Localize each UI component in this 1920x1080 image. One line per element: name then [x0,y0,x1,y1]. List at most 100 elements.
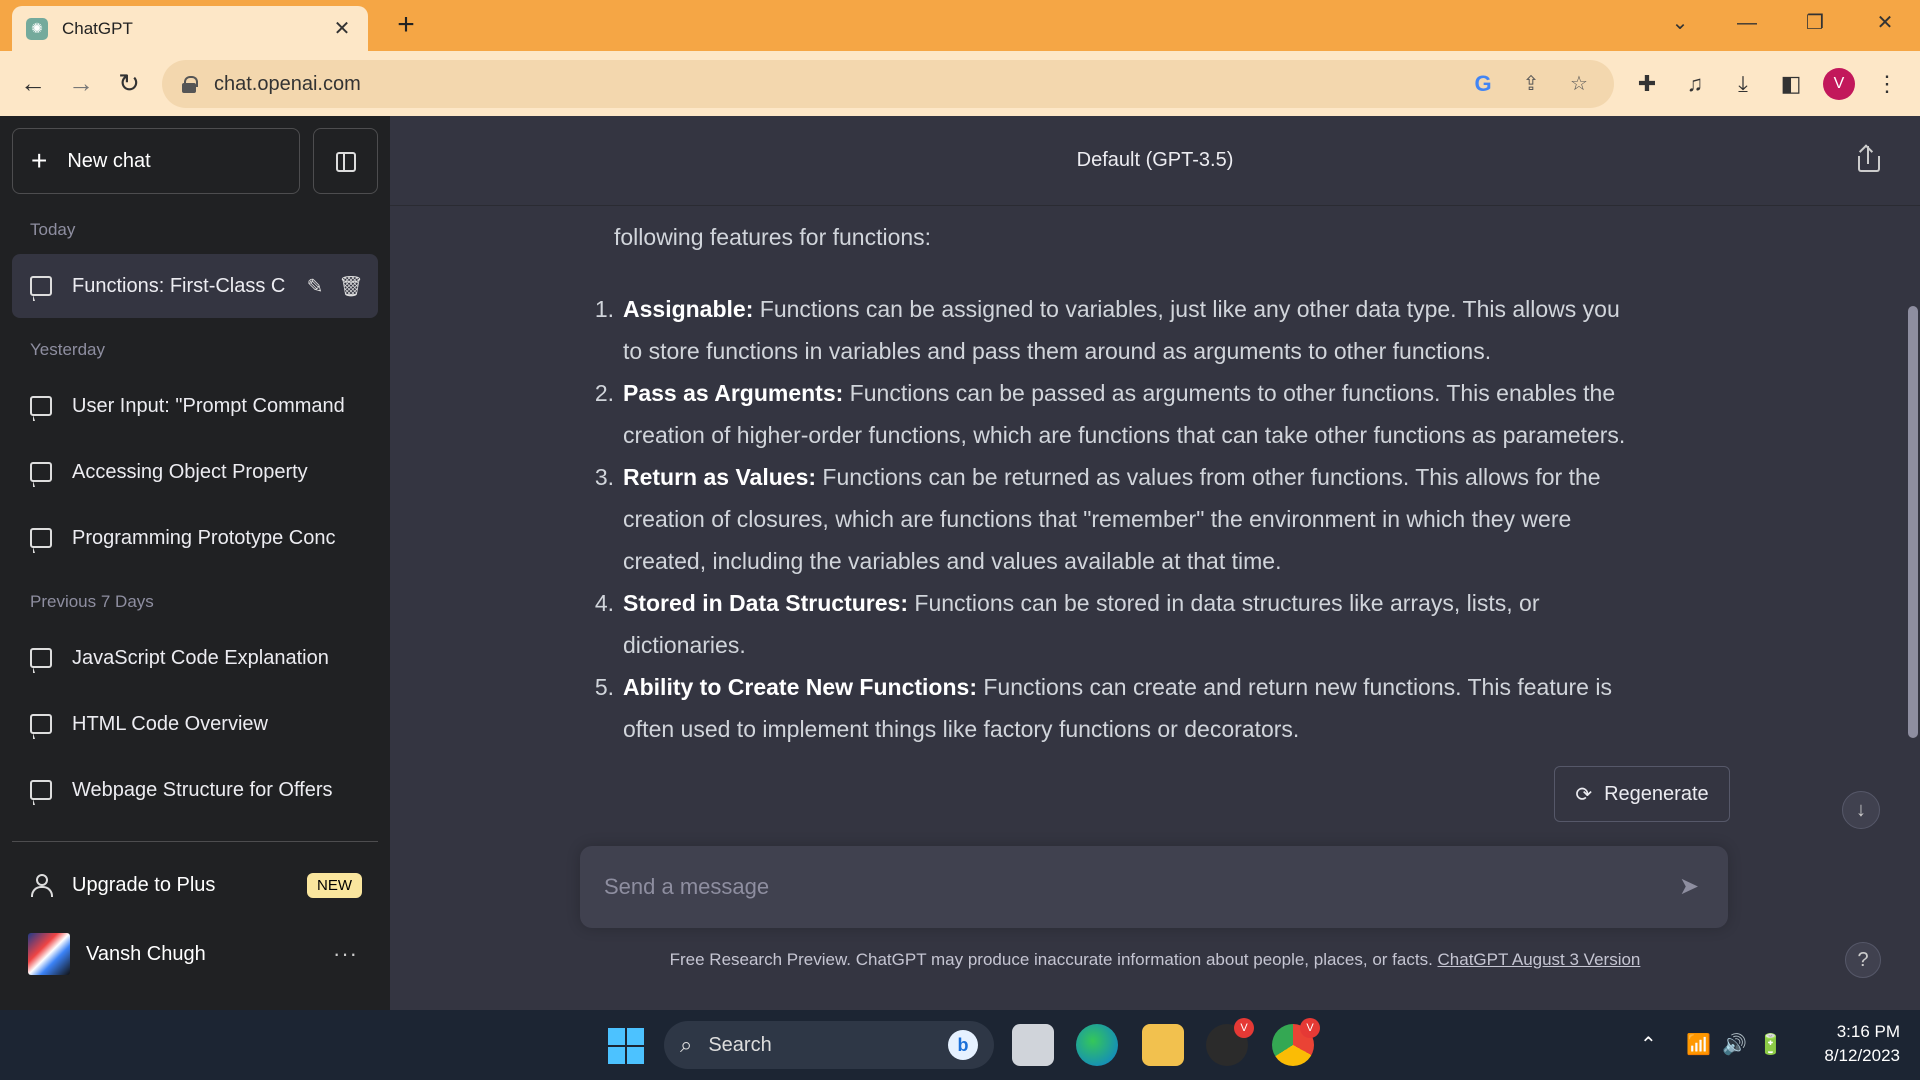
message-composer: ➤ [580,846,1728,928]
scrollbar[interactable] [1908,306,1918,738]
edge-browser-icon[interactable] [1076,1024,1118,1066]
close-window-button[interactable]: ✕ [1865,8,1905,38]
chat-main: Default (GPT-3.5) following features for… [390,116,1920,1010]
section-yesterday: Yesterday [30,340,105,359]
chat-title: Functions: First-Class C [72,274,286,297]
section-previous-7-days: Previous 7 Days [30,592,154,611]
minimize-button[interactable]: — [1727,8,1767,38]
edit-pencil-icon[interactable]: ✎ [300,274,330,299]
chat-title: JavaScript Code Explanation [72,646,329,669]
upgrade-to-plus-button[interactable]: Upgrade to Plus NEW [12,856,378,914]
sidebar-divider [12,841,378,842]
message-input[interactable] [604,874,1674,900]
chat-item[interactable]: HTML Code Overview [12,692,378,756]
tab-close-icon[interactable]: ✕ [330,16,354,41]
browser-tab[interactable]: ✺ ChatGPT ✕ [12,6,368,51]
wifi-icon[interactable]: 📶 [1686,1032,1711,1057]
search-icon: ⌕ [680,1032,693,1057]
chat-item[interactable]: JavaScript Code Explanation [12,626,378,690]
chat-bubble-icon [30,714,52,739]
section-today: Today [30,220,76,239]
chat-title: Programming Prototype Conc [72,526,336,549]
url-text[interactable]: chat.openai.com [214,73,1450,96]
disclaimer: Free Research Preview. ChatGPT may produ… [390,950,1920,970]
share-page-icon[interactable]: ⇪ [1516,69,1546,99]
feature-title: Ability to Create New Functions: [623,674,977,700]
feature-list: 1. Assignable: Functions can be assigned … [594,288,1634,750]
browser-menu-icon[interactable]: ⋮ [1870,67,1904,101]
chat-bubble-icon [30,276,52,301]
address-bar[interactable]: chat.openai.com G ⇪ ☆ [162,60,1614,108]
clock-time: 3:16 PM [1836,1022,1900,1041]
taskbar-search-label: Search [708,1033,772,1056]
feature-title: Stored in Data Structures: [623,590,908,616]
chrome-icon[interactable]: V [1272,1018,1320,1066]
chat-item[interactable]: Webpage Structure for Offers [12,758,378,822]
list-item: 1. Assignable: Functions can be assigned … [594,296,1620,364]
battery-icon[interactable]: 🔋 [1758,1032,1783,1057]
chat-title: User Input: "Prompt Command [72,394,345,417]
task-view-icon[interactable] [1012,1024,1054,1066]
chat-bubble-icon [30,396,52,421]
toggle-sidebar-button[interactable] [313,128,378,194]
bookmark-star-icon[interactable]: ☆ [1564,69,1594,99]
tab-search-dropdown-icon[interactable]: ⌄ [1660,8,1700,38]
chat-title: HTML Code Overview [72,712,268,735]
scroll-down-icon[interactable]: ↓ [1842,791,1880,829]
app-icon[interactable]: V [1206,1018,1254,1066]
google-lens-icon[interactable]: G [1468,69,1498,99]
chatgpt-favicon-icon: ✺ [26,17,48,40]
new-tab-button[interactable]: + [390,10,422,42]
feature-text: Functions can be assigned to variables, … [623,296,1620,364]
windows-start-icon[interactable] [608,1028,644,1064]
disclaimer-text: Free Research Preview. ChatGPT may produ… [669,950,1438,969]
back-button[interactable]: ← [16,66,50,100]
system-clock[interactable]: 3:16 PM 8/12/2023 [1800,1020,1900,1068]
profile-avatar[interactable]: V [1823,68,1855,100]
help-button[interactable]: ? [1845,942,1881,978]
extensions-icon[interactable]: ✚ [1630,67,1664,101]
user-icon [30,874,53,897]
taskbar-search[interactable]: ⌕ Search b [664,1021,994,1069]
restore-button[interactable]: ❐ [1795,8,1835,38]
chat-item-active[interactable]: Functions: First-Class C ✎ 🗑 [12,254,378,318]
user-name: Vansh Chugh [86,942,206,965]
browser-toolbar: ← → ↻ chat.openai.com G ⇪ ☆ ✚ ♫ ⤓ ◧ V ⋮ [0,51,1920,116]
tab-title: ChatGPT [62,18,133,38]
conversation-header: Default (GPT-3.5) [390,116,1920,206]
side-panel-icon[interactable]: ◧ [1774,67,1808,101]
list-item: 4. Stored in Data Structures: Functions c… [594,590,1540,658]
chat-bubble-icon [30,462,52,487]
show-hidden-icons-icon[interactable]: ⌃ [1640,1032,1657,1057]
chat-item[interactable]: Programming Prototype Conc [12,506,378,570]
notification-badge: V [1234,1018,1254,1038]
volume-icon[interactable]: 🔊 [1722,1032,1747,1057]
feature-title: Assignable: [623,296,754,322]
regenerate-button[interactable]: ⟳ Regenerate [1554,766,1730,822]
new-chat-label: New chat [67,149,151,172]
forward-button[interactable]: → [64,66,98,100]
chat-bubble-icon [30,648,52,673]
chat-item[interactable]: User Input: "Prompt Command [12,374,378,438]
assistant-message: following features for functions: 1. Assi… [594,216,1634,750]
sidebar: + New chat Today Functions: First-Class … [0,116,390,1010]
feature-title: Return as Values: [623,464,817,490]
chat-bubble-icon [30,528,52,553]
browser-tab-strip: ✺ ChatGPT ✕ + ⌄ — ❐ ✕ [0,0,1920,51]
regenerate-label: Regenerate [1604,782,1709,805]
send-icon[interactable]: ➤ [1674,872,1704,902]
notification-badge: V [1300,1018,1320,1038]
new-chat-button[interactable]: + New chat [12,128,300,194]
media-control-icon[interactable]: ♫ [1678,67,1712,101]
version-link[interactable]: ChatGPT August 3 Version [1438,950,1641,969]
bing-icon[interactable]: b [948,1030,978,1060]
account-menu[interactable]: Vansh Chugh ··· [12,922,378,986]
download-icon[interactable]: ⤓ [1726,67,1760,101]
more-options-icon[interactable]: ··· [333,941,358,967]
trash-icon[interactable]: 🗑 [336,274,366,299]
share-icon[interactable] [1858,146,1880,174]
chat-item[interactable]: Accessing Object Property [12,440,378,504]
reload-button[interactable]: ↻ [112,66,146,100]
refresh-icon: ⟳ [1575,783,1593,806]
file-explorer-icon[interactable] [1142,1024,1184,1066]
